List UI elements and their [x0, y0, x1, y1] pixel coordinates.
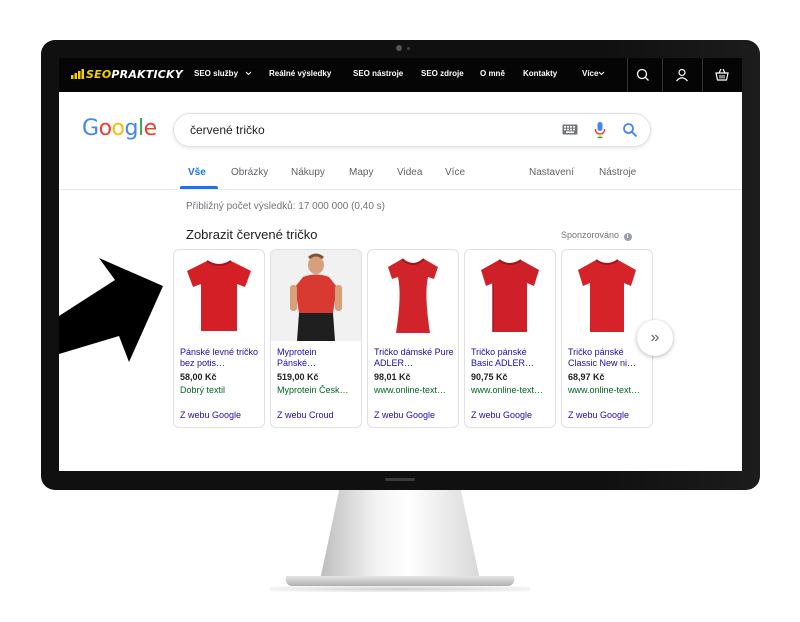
- tab-videa[interactable]: Videa: [397, 167, 422, 178]
- monitor-stand-neck: [320, 490, 480, 580]
- product-store: Myprotein Česk…: [277, 385, 349, 395]
- tab-vice[interactable]: Více: [445, 167, 465, 178]
- monitor-stand-base: [286, 576, 514, 586]
- product-store: Dobrý textil: [180, 385, 226, 395]
- product-source-link[interactable]: Z webu Google: [471, 410, 532, 420]
- microphone-icon[interactable]: [594, 121, 606, 139]
- search-query-text: červené tričko: [190, 123, 265, 137]
- nav-item-vice[interactable]: Více: [582, 69, 605, 78]
- google-logo[interactable]: Google: [82, 116, 157, 141]
- sponsored-label: Sponzorováno i: [561, 230, 632, 241]
- tab-nastaveni[interactable]: Nastavení: [529, 167, 574, 178]
- logo-prefix: SEO: [86, 68, 112, 81]
- product-source-link[interactable]: Z webu Google: [374, 410, 435, 420]
- basket-icon[interactable]: [713, 66, 731, 84]
- product-image[interactable]: [562, 250, 652, 341]
- tab-nakupy[interactable]: Nákupy: [291, 167, 325, 178]
- product-card[interactable]: Tričko dámské Pure ADLER… 98,01 Kč www.o…: [367, 249, 459, 428]
- monitor-stand-shadow: [270, 586, 530, 592]
- nav-item-kontakty[interactable]: Kontakty: [523, 69, 557, 78]
- product-image[interactable]: [174, 250, 264, 341]
- nav-item-label: SEO služby: [194, 69, 239, 78]
- logo-letter: o: [111, 116, 125, 141]
- product-source-link[interactable]: Z webu Croud: [277, 410, 334, 420]
- nav-item-label: Více: [582, 69, 599, 78]
- product-title[interactable]: Myprotein Pánské…: [277, 347, 357, 369]
- logo-letter: o: [98, 116, 112, 141]
- tabs-divider: [59, 189, 742, 190]
- tab-mapy[interactable]: Mapy: [349, 167, 373, 178]
- product-price: 98,01 Kč: [374, 372, 411, 382]
- product-price: 58,00 Kč: [180, 372, 217, 382]
- black-arrow-graphic: [59, 258, 163, 362]
- double-chevron-right-icon: »: [650, 329, 660, 346]
- chevron-down-icon: [245, 71, 252, 76]
- nav-divider: [702, 58, 703, 92]
- product-card[interactable]: Myprotein Pánské… 519,00 Kč Myprotein Če…: [270, 249, 362, 428]
- nav-divider: [627, 58, 628, 92]
- nav-item-seo-nastroje[interactable]: SEO nástroje: [353, 69, 403, 78]
- product-source-link[interactable]: Z webu Google: [180, 410, 241, 420]
- product-card[interactable]: Tričko pánské Basic ADLER… 90,75 Kč www.…: [464, 249, 556, 428]
- red-tshirt-image: [187, 259, 251, 331]
- product-image[interactable]: [368, 250, 458, 341]
- site-navbar: SEOPRAKTICKY SEO služby Reálné výsledky …: [59, 58, 742, 92]
- keyboard-icon[interactable]: [562, 124, 578, 135]
- chevron-down-icon: [599, 71, 605, 76]
- product-card[interactable]: Pánské levné tričko bez potis… 58,00 Kč …: [173, 249, 265, 428]
- webcam: [396, 45, 402, 51]
- webcam-light: [407, 47, 410, 50]
- user-icon[interactable]: [673, 66, 691, 84]
- site-logo[interactable]: SEOPRAKTICKY: [71, 68, 183, 81]
- product-store: www.online-text…: [471, 385, 544, 395]
- nav-item-seo-sluzby[interactable]: SEO služby: [194, 69, 252, 78]
- product-price: 519,00 Kč: [277, 372, 319, 382]
- logo-letter: G: [82, 116, 99, 141]
- search-icon[interactable]: [622, 122, 638, 138]
- shopping-title[interactable]: Zobrazit červené tričko: [186, 227, 318, 242]
- monitor-chin-logo: [385, 478, 415, 481]
- product-price: 90,75 Kč: [471, 372, 508, 382]
- nav-item-o-mne[interactable]: O mně: [480, 69, 505, 78]
- man-in-red-tshirt-image: [290, 253, 342, 341]
- product-image[interactable]: [271, 250, 361, 341]
- product-image[interactable]: [465, 250, 555, 341]
- tab-obrazky[interactable]: Obrázky: [231, 167, 268, 178]
- nav-item-realne-vysledky[interactable]: Reálné výsledky: [269, 69, 331, 78]
- tab-nastroje[interactable]: Nástroje: [599, 167, 636, 178]
- product-price: 68,97 Kč: [568, 372, 605, 382]
- bar-chart-icon: [71, 69, 84, 79]
- search-input[interactable]: červené tričko: [173, 113, 651, 147]
- tab-vse[interactable]: Vše: [188, 167, 206, 178]
- sponsored-text: Sponzorováno: [561, 230, 620, 240]
- logo-letter: e: [143, 116, 158, 141]
- carousel-next-button[interactable]: »: [637, 320, 673, 356]
- results-count: Přibližný počet výsledků: 17 000 000 (0,…: [186, 201, 385, 212]
- nav-item-seo-zdroje[interactable]: SEO zdroje: [421, 69, 464, 78]
- product-source-link[interactable]: Z webu Google: [568, 410, 629, 420]
- nav-divider: [662, 58, 663, 92]
- product-store: www.online-text…: [568, 385, 641, 395]
- logo-letter: g: [124, 116, 139, 141]
- product-title[interactable]: Tričko pánské Classic New ni…: [568, 347, 648, 369]
- red-womens-tshirt-image: [388, 257, 438, 333]
- product-title[interactable]: Tričko dámské Pure ADLER…: [374, 347, 454, 369]
- product-title[interactable]: Pánské levné tričko bez potis…: [180, 347, 260, 369]
- product-store: www.online-text…: [374, 385, 447, 395]
- logo-rest: PRAKTICKY: [111, 68, 183, 81]
- red-tshirt-image: [481, 258, 539, 332]
- info-icon[interactable]: i: [623, 233, 632, 241]
- product-title[interactable]: Tričko pánské Basic ADLER…: [471, 347, 551, 369]
- red-tshirt-image: [578, 258, 636, 332]
- search-icon[interactable]: [634, 66, 652, 84]
